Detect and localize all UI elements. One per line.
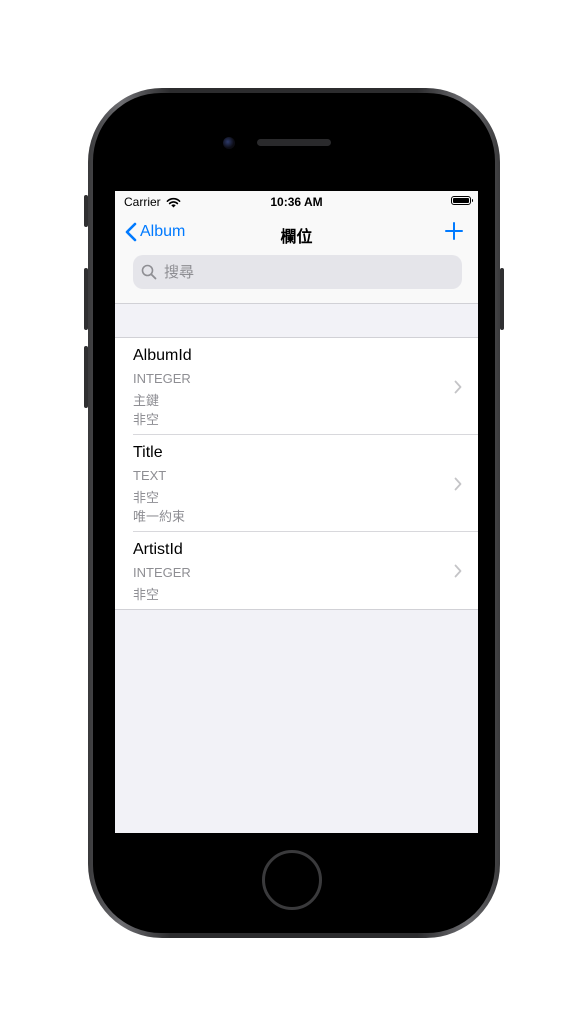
chevron-right-icon <box>454 380 462 393</box>
battery-icon <box>451 196 473 205</box>
volume-down-button <box>84 346 88 408</box>
column-name: AlbumId <box>133 347 192 364</box>
earpiece-speaker <box>257 139 331 146</box>
column-attribute: 非空 <box>133 412 160 427</box>
columns-list: AlbumId INTEGER 主鍵 非空 Title TEXT 非空 唯一約束… <box>115 337 478 610</box>
column-name: Title <box>133 444 163 461</box>
column-attribute: 非空 <box>133 587 160 602</box>
column-attribute: 非空 <box>133 490 160 505</box>
column-name: ArtistId <box>133 541 183 558</box>
search-bar[interactable] <box>133 255 462 289</box>
power-button <box>500 268 504 330</box>
front-camera <box>223 137 235 149</box>
column-attribute: 主鍵 <box>133 393 160 408</box>
screen: Carrier 10:36 AM Album 欄位 搜尋 AlbumId INT… <box>115 191 478 833</box>
status-time: 10:36 AM <box>270 195 323 209</box>
navigation-bar: Album 欄位 <box>115 213 478 304</box>
column-type: TEXT <box>133 468 167 483</box>
status-bar: Carrier 10:36 AM <box>115 191 478 213</box>
plus-icon <box>445 222 463 240</box>
search-icon <box>141 264 157 280</box>
column-type: INTEGER <box>133 371 191 386</box>
chevron-right-icon <box>454 564 462 577</box>
list-item[interactable]: ArtistId INTEGER 非空 <box>115 532 478 609</box>
page-title: 欄位 <box>280 229 313 246</box>
list-item[interactable]: AlbumId INTEGER 主鍵 非空 <box>115 338 478 435</box>
silent-switch <box>84 195 88 227</box>
volume-up-button <box>84 268 88 330</box>
column-type: INTEGER <box>133 565 191 580</box>
home-button[interactable] <box>262 850 322 910</box>
search-input[interactable] <box>162 262 446 282</box>
list-item[interactable]: Title TEXT 非空 唯一約束 <box>115 435 478 532</box>
chevron-right-icon <box>454 477 462 490</box>
column-attribute: 唯一約束 <box>133 509 186 524</box>
add-button[interactable] <box>442 219 466 243</box>
